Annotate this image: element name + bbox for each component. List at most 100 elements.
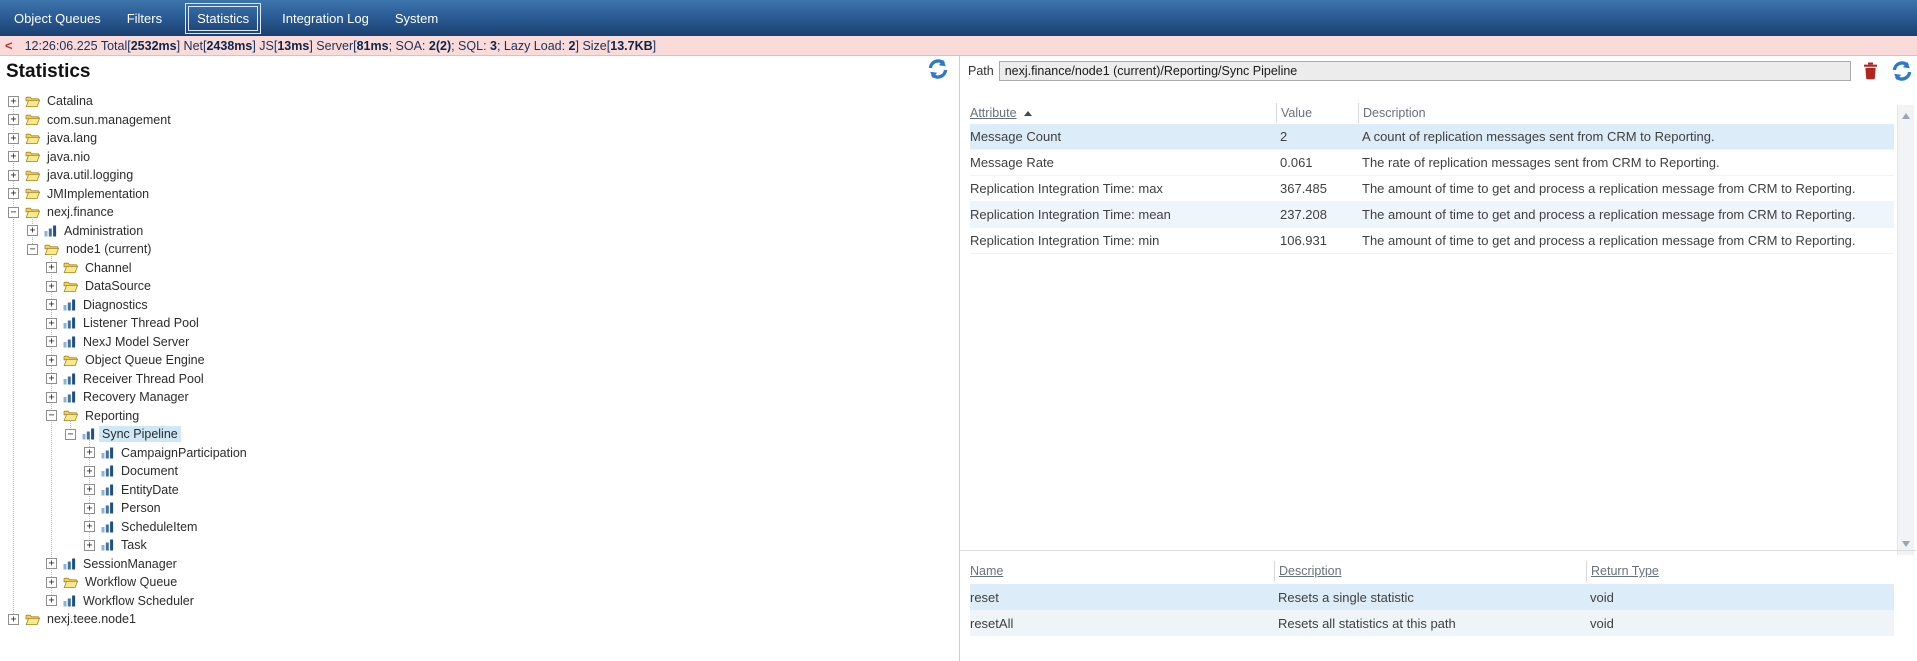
expand-icon[interactable]: + — [46, 318, 57, 329]
expand-icon[interactable]: + — [84, 447, 95, 458]
tree-item-object-queue-engine[interactable]: + Object Queue Engine — [0, 351, 959, 370]
path-input[interactable] — [999, 61, 1851, 81]
tree-item-datasource[interactable]: + DataSource — [0, 277, 959, 296]
collapse-icon[interactable]: − — [46, 410, 57, 421]
tree-item-label[interactable]: ScheduleItem — [118, 519, 200, 535]
tree-item-sessionmanager[interactable]: + SessionManager — [0, 555, 959, 574]
expand-icon[interactable]: + — [46, 595, 57, 606]
tree-item-label[interactable]: DataSource — [82, 278, 154, 294]
expand-icon[interactable]: + — [8, 133, 19, 144]
expand-icon[interactable]: + — [27, 225, 38, 236]
tree-item-label[interactable]: Object Queue Engine — [82, 352, 208, 368]
attribute-row-message-rate[interactable]: Message Rate0.061The rate of replication… — [970, 150, 1894, 176]
collapse-icon[interactable]: − — [8, 207, 19, 218]
tree-item-label[interactable]: Sync Pipeline — [99, 426, 181, 442]
expand-icon[interactable]: + — [46, 299, 57, 310]
scroll-down-icon[interactable] — [1902, 541, 1910, 547]
attribute-row-replication-integration-time-mean[interactable]: Replication Integration Time: mean237.20… — [970, 202, 1894, 228]
tree-item-nexj-finance[interactable]: − nexj.finance — [0, 203, 959, 222]
collapse-icon[interactable]: − — [65, 429, 76, 440]
tab-filters[interactable]: Filters — [119, 7, 170, 30]
tree-item-java-util-logging[interactable]: +java.util.logging — [0, 166, 959, 185]
tree-item-label[interactable]: Task — [118, 537, 150, 553]
tree-item-label[interactable]: nexj.teee.node1 — [44, 611, 139, 627]
tree-item-label[interactable]: Workflow Scheduler — [80, 593, 197, 609]
expand-icon[interactable]: + — [46, 281, 57, 292]
tree-item-nexj-model-server[interactable]: + NexJ Model Server — [0, 333, 959, 352]
expand-icon[interactable]: + — [8, 96, 19, 107]
tree-item-label[interactable]: Document — [118, 463, 181, 479]
tree-item-label[interactable]: java.util.logging — [44, 167, 136, 183]
tree-item-recovery-manager[interactable]: + Recovery Manager — [0, 388, 959, 407]
tree-item-person[interactable]: + Person — [0, 499, 959, 518]
column-header-return-type[interactable]: Return Type — [1586, 561, 1894, 581]
tree-item-sync-pipeline[interactable]: − Sync Pipeline — [0, 425, 959, 444]
tree-item-label[interactable]: JMImplementation — [44, 186, 152, 202]
scroll-up-icon[interactable] — [1902, 113, 1910, 119]
tree-item-label[interactable]: Administration — [61, 223, 146, 239]
tree-item-label[interactable]: Receiver Thread Pool — [80, 371, 207, 387]
tree-item-reporting[interactable]: −Reporting — [0, 407, 959, 426]
tree-item-java-nio[interactable]: +java.nio — [0, 148, 959, 167]
tree-item-jmimplementation[interactable]: +JMImplementation — [0, 185, 959, 204]
expand-icon[interactable]: + — [84, 503, 95, 514]
tree-item-receiver-thread-pool[interactable]: + Receiver Thread Pool — [0, 370, 959, 389]
expand-icon[interactable]: + — [46, 355, 57, 366]
tree-item-label[interactable]: Channel — [82, 260, 135, 276]
expand-icon[interactable]: + — [46, 577, 57, 588]
tree-item-com-sun-management[interactable]: + com.sun.management — [0, 111, 959, 130]
tree-item-label[interactable]: EntityDate — [118, 482, 182, 498]
tree-item-label[interactable]: nexj.finance — [44, 204, 117, 220]
attribute-row-message-count[interactable]: Message Count2A count of replication mes… — [970, 124, 1894, 150]
tree-item-catalina[interactable]: + Catalina — [0, 92, 959, 111]
expand-icon[interactable]: + — [84, 521, 95, 532]
tree-item-label[interactable]: Listener Thread Pool — [80, 315, 202, 331]
back-arrow-icon[interactable]: < — [5, 38, 13, 53]
attribute-row-replication-integration-time-min[interactable]: Replication Integration Time: min106.931… — [970, 228, 1894, 254]
column-header-description[interactable]: Description — [1358, 103, 1894, 123]
tree-item-label[interactable]: java.lang — [44, 130, 100, 146]
tree-item-node1-current[interactable]: − node1 (current) — [0, 240, 959, 259]
column-header-attribute[interactable]: Attribute — [970, 103, 1276, 123]
tree-item-label[interactable]: Diagnostics — [80, 297, 151, 313]
refresh-icon[interactable] — [1890, 59, 1914, 83]
method-row-resetall[interactable]: resetAllResets all statistics at this pa… — [970, 610, 1894, 636]
tree-item-label[interactable]: com.sun.management — [44, 112, 174, 128]
expand-icon[interactable]: + — [46, 373, 57, 384]
tree-item-label[interactable]: Catalina — [44, 93, 96, 109]
tab-system[interactable]: System — [387, 7, 446, 30]
tree-item-campaignparticipation[interactable]: +CampaignParticipation — [0, 444, 959, 463]
tree-item-label[interactable]: node1 (current) — [63, 241, 154, 257]
vertical-scrollbar[interactable] — [1897, 105, 1914, 555]
tree-item-label[interactable]: Workflow Queue — [82, 574, 180, 590]
expand-icon[interactable]: + — [8, 614, 19, 625]
tree-item-label[interactable]: NexJ Model Server — [80, 334, 192, 350]
expand-icon[interactable]: + — [8, 151, 19, 162]
tree-item-listener-thread-pool[interactable]: + Listener Thread Pool — [0, 314, 959, 333]
tree-item-label[interactable]: Person — [118, 500, 164, 516]
expand-icon[interactable]: + — [46, 558, 57, 569]
tree-item-document[interactable]: +Document — [0, 462, 959, 481]
column-header-method-description[interactable]: Description — [1274, 561, 1586, 581]
tree-item-nexj-teee-node1[interactable]: + nexj.teee.node1 — [0, 610, 959, 629]
expand-icon[interactable]: + — [46, 262, 57, 273]
tree-item-administration[interactable]: + Administration — [0, 222, 959, 241]
tree-item-task[interactable]: + Task — [0, 536, 959, 555]
expand-icon[interactable]: + — [84, 484, 95, 495]
expand-icon[interactable]: + — [8, 114, 19, 125]
tab-object-queues[interactable]: Object Queues — [6, 7, 109, 30]
tree-item-diagnostics[interactable]: + Diagnostics — [0, 296, 959, 315]
expand-icon[interactable]: + — [46, 392, 57, 403]
tree-item-java-lang[interactable]: + java.lang — [0, 129, 959, 148]
tab-integration-log[interactable]: Integration Log — [274, 7, 377, 30]
refresh-icon[interactable] — [926, 57, 950, 81]
expand-icon[interactable]: + — [84, 540, 95, 551]
method-row-reset[interactable]: resetResets a single statisticvoid — [970, 584, 1894, 610]
collapse-icon[interactable]: − — [27, 244, 38, 255]
attribute-row-replication-integration-time-max[interactable]: Replication Integration Time: max367.485… — [970, 176, 1894, 202]
tree-item-label[interactable]: Recovery Manager — [80, 389, 192, 405]
trash-icon[interactable] — [1863, 62, 1878, 80]
tree-item-entitydate[interactable]: + EntityDate — [0, 481, 959, 500]
expand-icon[interactable]: + — [46, 336, 57, 347]
tree-item-label[interactable]: SessionManager — [80, 556, 180, 572]
